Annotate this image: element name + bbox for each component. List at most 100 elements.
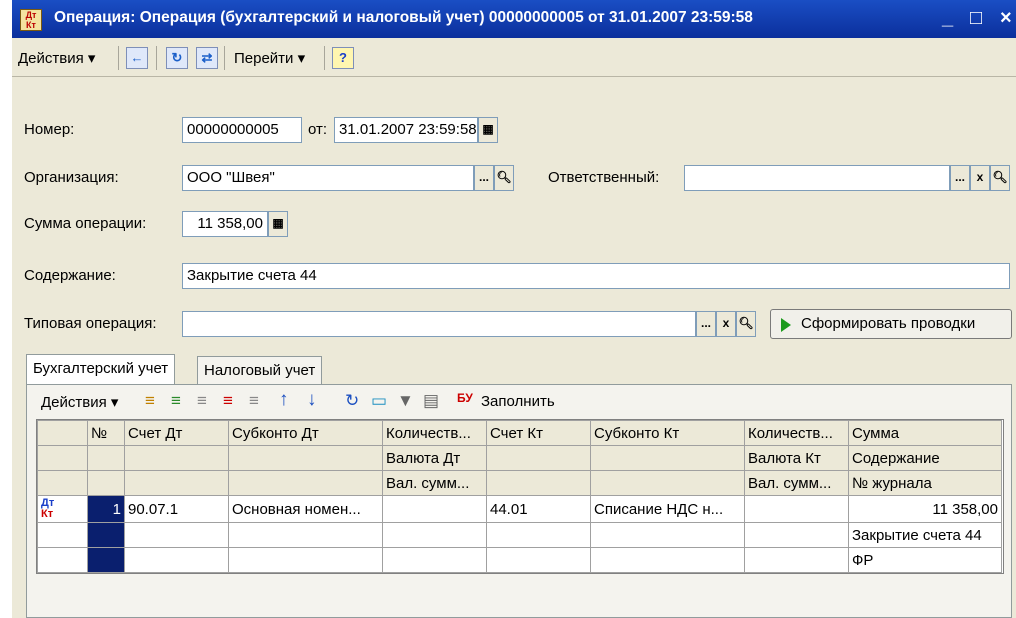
fill-icon[interactable]: БУ [457,391,473,405]
table-cell [37,547,88,573]
subconto-dt-cell[interactable]: Основная номен... [228,495,383,523]
arrow-up-icon[interactable]: ↑ [279,389,289,411]
table-cell[interactable] [382,547,487,573]
table-header-cell [87,470,125,496]
copy-row-icon[interactable]: ≡ [171,391,181,411]
table-header-cell [37,470,88,496]
table-header-cell[interactable]: Субконто Кт [590,420,745,446]
select-icon[interactable]: ▭ [371,391,387,411]
delete-row-icon[interactable]: ≡ [223,391,233,411]
table-row[interactable]: ФР [37,547,1002,573]
table-cell[interactable] [228,547,383,573]
clear-icon[interactable]: x [970,165,990,191]
table-cell[interactable] [382,522,487,548]
select-ellipsis-icon[interactable]: ... [474,165,494,191]
entries-table: № Счет Дт Субконто Дт Количеств... Счет … [36,419,1004,574]
search-icon[interactable]: 🔍︎ [990,165,1010,191]
date-label: от: [308,121,328,138]
table-header-cell[interactable]: Субконто Дт [228,420,383,446]
table-header-cell [228,445,383,471]
account-kt-cell[interactable]: 44.01 [486,495,591,523]
help-icon[interactable]: ? [332,47,354,69]
arrow-down-icon[interactable]: ↓ [307,389,317,411]
table-cell[interactable] [744,522,849,548]
maximize-button[interactable]: □ [970,6,982,30]
calendar-icon[interactable]: ▦ [478,117,498,143]
filter-icon[interactable]: ▼ [397,391,414,411]
edit-row-icon[interactable]: ≡ [197,391,207,411]
table-header-cell[interactable]: Вал. сумм... [382,470,487,496]
refresh-icon[interactable]: ↻ [166,47,188,69]
row-number-cell[interactable]: 1 [87,495,125,523]
table-cell[interactable] [744,547,849,573]
table-header-cell [486,445,591,471]
content-cell[interactable]: Закрытие счета 44 [848,522,1002,548]
number-field[interactable]: 00000000005 [182,117,302,143]
table-cell[interactable] [124,547,229,573]
entry-type-icon: Дт Кт [37,495,88,523]
minimize-button[interactable]: _ [942,6,953,30]
select-ellipsis-icon[interactable]: ... [950,165,970,191]
row-number-cell[interactable] [87,547,125,573]
toolbar-separator [156,46,157,70]
table-header-cell[interactable]: Количеств... [382,420,487,446]
table-header-icon [37,420,88,446]
table-cell[interactable] [486,522,591,548]
clear-icon[interactable]: x [716,311,736,337]
table-actions-menu[interactable]: Действия ▾ [41,393,118,411]
table-header-cell[interactable]: Сумма [848,420,1002,446]
table-header-cell[interactable]: Валюта Дт [382,445,487,471]
tab-tax[interactable]: Налоговый учет [197,356,323,386]
account-dt-cell[interactable]: 90.07.1 [124,495,229,523]
responsible-field[interactable] [684,165,950,191]
end-edit-icon[interactable]: ≡ [249,391,259,411]
sum-field[interactable]: 11 358,00 [182,211,268,237]
table-header-cell [590,445,745,471]
table-header-cell[interactable]: Счет Дт [124,420,229,446]
structure-icon[interactable]: ⇄ [196,47,218,69]
table-row[interactable]: Дт Кт 1 90.07.1 Основная номен... 44.01 С… [37,495,1002,523]
organization-field[interactable]: ООО "Швея" [182,165,474,191]
table-header-cell[interactable]: Количеств... [744,420,849,446]
journal-cell[interactable]: ФР [848,547,1002,573]
content-field[interactable]: Закрытие счета 44 [182,263,1010,289]
table-header-cell [37,445,88,471]
table-header-cell[interactable]: № [87,420,125,446]
search-icon[interactable]: 🔍︎ [494,165,514,191]
close-button[interactable]: × [1000,6,1012,30]
table-cell[interactable] [228,522,383,548]
table-cell[interactable] [590,522,745,548]
select-ellipsis-icon[interactable]: ... [696,311,716,337]
table-header-cell[interactable]: Вал. сумм... [744,470,849,496]
table-header-cell[interactable]: Валюта Кт [744,445,849,471]
row-number-cell[interactable] [87,522,125,548]
toolbar-separator [118,46,119,70]
actions-menu[interactable]: Действия ▾ [18,49,95,67]
table-header-cell[interactable]: № журнала [848,470,1002,496]
tab-accounting[interactable]: Бухгалтерский учет [26,354,176,386]
sum-cell[interactable]: 11 358,00 [848,495,1002,523]
quantity-kt-cell[interactable] [744,495,849,523]
refresh-icon[interactable]: ↻ [345,391,359,411]
table-header-cell[interactable]: Содержание [848,445,1002,471]
quantity-dt-cell[interactable] [382,495,487,523]
table-cell[interactable] [486,547,591,573]
subconto-kt-cell[interactable]: Списание НДС н... [590,495,745,523]
fill-button[interactable]: Заполнить [481,393,555,410]
columns-icon[interactable]: ▤ [423,391,439,411]
table-header-cell[interactable]: Счет Кт [486,420,591,446]
app-icon: Дт Кт [20,9,42,31]
generate-entries-button[interactable]: Сформировать проводки [770,309,1012,339]
add-row-icon[interactable]: ≡ [145,391,155,411]
arrow-left-icon[interactable]: ← [126,47,148,69]
goto-menu[interactable]: Перейти ▾ [234,49,305,67]
table-cell[interactable] [590,547,745,573]
toolbar-separator [324,46,325,70]
typical-operation-field[interactable] [182,311,696,337]
calculator-icon[interactable]: ▦ [268,211,288,237]
table-cell[interactable] [124,522,229,548]
search-icon[interactable]: 🔍︎ [736,311,756,337]
table-header-cell [228,470,383,496]
table-row[interactable]: Закрытие счета 44 [37,522,1002,548]
date-field[interactable]: 31.01.2007 23:59:58 [334,117,478,143]
